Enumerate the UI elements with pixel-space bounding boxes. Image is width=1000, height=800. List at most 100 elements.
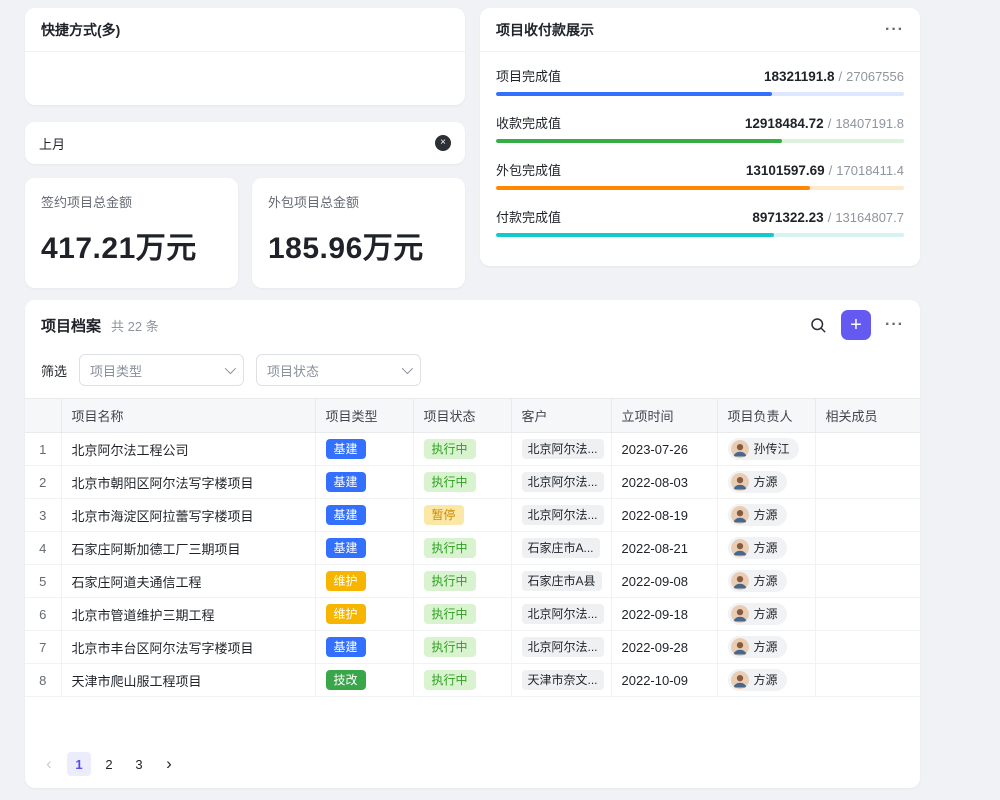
search-icon[interactable] xyxy=(809,316,827,334)
pagination: ‹ 1 2 3 › xyxy=(37,752,181,776)
project-name-cell[interactable]: 天津市爬山服工程项目 xyxy=(61,664,315,697)
owner-chip: 方源 xyxy=(728,537,787,559)
progress-label: 收款完成值 xyxy=(496,113,561,132)
chevron-down-icon xyxy=(225,363,236,374)
project-name-cell[interactable]: 石家庄阿道夫通信工程 xyxy=(61,565,315,598)
start-date-cell: 2022-08-21 xyxy=(611,532,717,565)
customer-chip: 天津市奈文... xyxy=(522,670,604,690)
table-row[interactable]: 5 石家庄阿道夫通信工程 维护 执行中 石家庄市A县 2022-09-08 方源 xyxy=(25,565,920,598)
project-archive-card: 项目档案 共 22 条 + ··· 筛选 项目类型 项目状态 xyxy=(25,300,920,788)
owner-name: 方源 xyxy=(754,671,778,688)
table-row[interactable]: 1 北京阿尔法工程公司 基建 执行中 北京阿尔法... 2023-07-26 孙… xyxy=(25,433,920,466)
col-owner[interactable]: 项目负责人 xyxy=(717,399,815,433)
more-icon[interactable]: ··· xyxy=(885,316,904,334)
shortcuts-card-title: 快捷方式(多) xyxy=(41,20,120,40)
owner-chip: 方源 xyxy=(728,570,787,592)
avatar xyxy=(731,440,749,458)
shortcuts-card-header: 快捷方式(多) xyxy=(25,8,465,52)
project-type-select[interactable]: 项目类型 xyxy=(79,354,244,386)
members-cell xyxy=(815,433,920,466)
row-index: 6 xyxy=(25,598,61,631)
progress-track xyxy=(496,233,904,237)
project-name-cell[interactable]: 北京市管道维护三期工程 xyxy=(61,598,315,631)
project-name-cell[interactable]: 北京阿尔法工程公司 xyxy=(61,433,315,466)
outsourced-amount-card: 外包项目总金额 185.96万元 xyxy=(252,178,465,288)
add-record-button[interactable]: + xyxy=(841,310,871,340)
col-customer[interactable]: 客户 xyxy=(511,399,611,433)
owner-name: 方源 xyxy=(754,539,778,556)
page-button-3[interactable]: 3 xyxy=(127,752,151,776)
more-icon[interactable]: ··· xyxy=(885,21,904,39)
project-name-cell[interactable]: 北京市海淀区阿拉蕾写字楼项目 xyxy=(61,499,315,532)
start-date-cell: 2022-09-18 xyxy=(611,598,717,631)
project-type-tag: 维护 xyxy=(326,604,366,624)
project-name-cell[interactable]: 石家庄阿斯加德工厂三期项目 xyxy=(61,532,315,565)
page-button-1[interactable]: 1 xyxy=(67,752,91,776)
project-type-tag: 基建 xyxy=(326,439,366,459)
avatar xyxy=(731,506,749,524)
table-row[interactable]: 4 石家庄阿斯加德工厂三期项目 基建 执行中 石家庄市A... 2022-08-… xyxy=(25,532,920,565)
avatar xyxy=(731,638,749,656)
project-status-select[interactable]: 项目状态 xyxy=(256,354,421,386)
customer-chip: 北京阿尔法... xyxy=(522,472,604,492)
signed-amount-value: 417.21万元 xyxy=(41,223,222,267)
owner-name: 方源 xyxy=(754,638,778,655)
owner-name: 方源 xyxy=(754,473,778,490)
progress-label: 项目完成值 xyxy=(496,66,561,85)
progress-values: 18321191.8/27067556 xyxy=(764,69,904,84)
table-row[interactable]: 7 北京市丰台区阿尔法写字楼项目 基建 执行中 北京阿尔法... 2022-09… xyxy=(25,631,920,664)
owner-chip: 方源 xyxy=(728,603,787,625)
col-project-status[interactable]: 项目状态 xyxy=(413,399,511,433)
customer-chip: 北京阿尔法... xyxy=(522,505,604,525)
avatar xyxy=(731,671,749,689)
owner-chip: 方源 xyxy=(728,504,787,526)
project-status-tag: 执行中 xyxy=(424,439,476,459)
page-button-2[interactable]: 2 xyxy=(97,752,121,776)
progress-row: 外包完成值 13101597.69/17018411.4 xyxy=(496,160,904,190)
payments-card-title: 项目收付款展示 xyxy=(496,20,594,40)
project-type-tag: 维护 xyxy=(326,571,366,591)
projects-table: 项目名称 项目类型 项目状态 客户 立项时间 项目负责人 相关成员 1 北京阿尔… xyxy=(25,398,920,697)
clear-filter-icon[interactable]: × xyxy=(435,135,451,151)
progress-values: 8971322.23/13164807.7 xyxy=(752,210,904,225)
members-cell xyxy=(815,565,920,598)
row-index: 1 xyxy=(25,433,61,466)
archive-title: 项目档案 xyxy=(41,315,101,336)
owner-name: 方源 xyxy=(754,572,778,589)
col-members[interactable]: 相关成员 xyxy=(815,399,920,433)
table-row[interactable]: 3 北京市海淀区阿拉蕾写字楼项目 基建 暂停 北京阿尔法... 2022-08-… xyxy=(25,499,920,532)
filter-row: 筛选 项目类型 项目状态 xyxy=(25,350,920,398)
archive-record-count: 共 22 条 xyxy=(111,316,159,335)
members-cell xyxy=(815,532,920,565)
outsourced-amount-value: 185.96万元 xyxy=(268,223,449,267)
project-name-cell[interactable]: 北京市丰台区阿尔法写字楼项目 xyxy=(61,631,315,664)
month-filter-bar[interactable]: 上月 × xyxy=(25,122,465,164)
project-status-tag: 执行中 xyxy=(424,538,476,558)
project-name-cell[interactable]: 北京市朝阳区阿尔法写字楼项目 xyxy=(61,466,315,499)
avatar xyxy=(731,572,749,590)
page-next-icon[interactable]: › xyxy=(157,752,181,776)
payments-card-header: 项目收付款展示 ··· xyxy=(480,8,920,52)
owner-name: 方源 xyxy=(754,506,778,523)
start-date-cell: 2022-10-09 xyxy=(611,664,717,697)
table-row[interactable]: 2 北京市朝阳区阿尔法写字楼项目 基建 执行中 北京阿尔法... 2022-08… xyxy=(25,466,920,499)
progress-row: 项目完成值 18321191.8/27067556 xyxy=(496,66,904,96)
start-date-cell: 2022-09-28 xyxy=(611,631,717,664)
page-prev-icon[interactable]: ‹ xyxy=(37,752,61,776)
progress-fill xyxy=(496,186,810,190)
progress-label: 外包完成值 xyxy=(496,160,561,179)
col-project-name[interactable]: 项目名称 xyxy=(61,399,315,433)
members-cell xyxy=(815,466,920,499)
progress-track xyxy=(496,139,904,143)
members-cell xyxy=(815,631,920,664)
progress-fill xyxy=(496,92,772,96)
col-project-type[interactable]: 项目类型 xyxy=(315,399,413,433)
members-cell xyxy=(815,664,920,697)
progress-values: 13101597.69/17018411.4 xyxy=(746,163,904,178)
col-start-date[interactable]: 立项时间 xyxy=(611,399,717,433)
chevron-down-icon xyxy=(402,363,413,374)
table-row[interactable]: 6 北京市管道维护三期工程 维护 执行中 北京阿尔法... 2022-09-18… xyxy=(25,598,920,631)
outsourced-amount-label: 外包项目总金额 xyxy=(268,192,449,211)
customer-chip: 北京阿尔法... xyxy=(522,637,604,657)
table-row[interactable]: 8 天津市爬山服工程项目 技改 执行中 天津市奈文... 2022-10-09 … xyxy=(25,664,920,697)
